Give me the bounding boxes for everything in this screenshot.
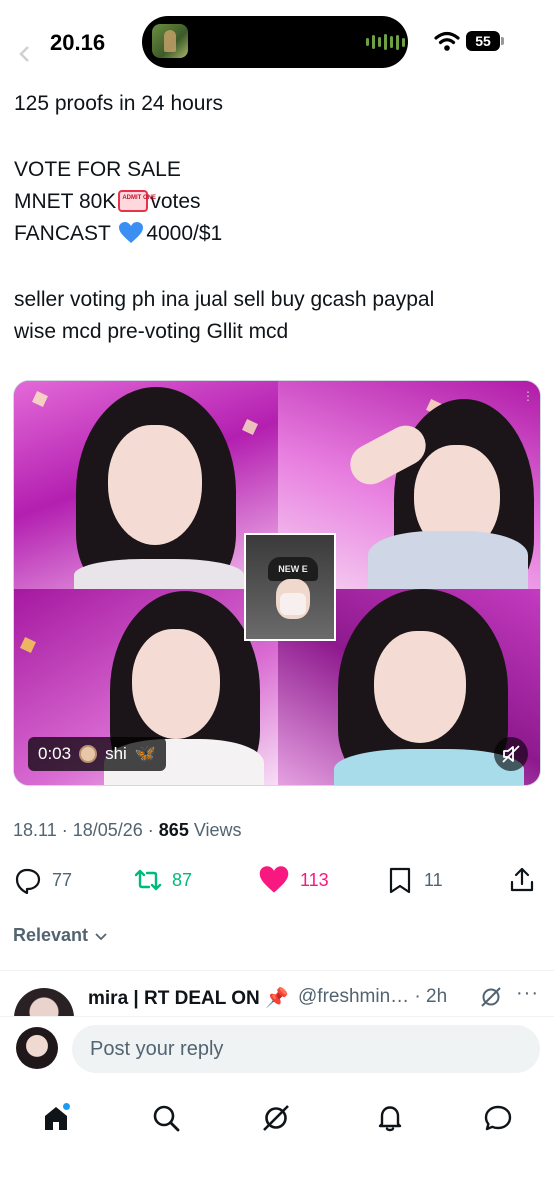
reply-item[interactable]: mira | RT DEAL ON 📌 @freshmin… · 2h ··· [0, 978, 554, 1018]
now-playing-thumbnail [152, 24, 188, 58]
heart-filled-icon [259, 866, 289, 893]
repost-icon [134, 869, 162, 891]
inset-cap-text: NEW E [268, 557, 318, 581]
messages-icon [484, 1105, 512, 1131]
more-options-icon[interactable]: ··· [516, 982, 539, 1005]
tweet-text-span: MNET 80K [14, 190, 117, 213]
reply-sort-label: Relevant [13, 925, 89, 945]
tweet-line: seller voting ph ina jual sell buy gcash… [14, 288, 435, 311]
reply-icon [15, 868, 41, 894]
reply-count: 77 [52, 869, 73, 890]
battery-indicator: 55 [466, 31, 500, 51]
reply-composer [0, 1016, 554, 1082]
reply-author-name: mira | RT DEAL ON [88, 988, 260, 1009]
tweet-line: wise mcd pre-voting Gllit mcd [14, 320, 289, 343]
pushpin-emoji-icon: 📌 [265, 988, 289, 1009]
reply-avatar[interactable] [14, 988, 74, 1018]
tweet-line: VOTE FOR SALE [14, 158, 181, 181]
video-time-badge: 0:03 shi 🦋 [28, 737, 166, 771]
video-time: 0:03 [38, 744, 72, 763]
tweet-line: MNET 80K votes [14, 186, 534, 218]
reply-handle-text: @freshmin… [298, 986, 410, 1007]
repost-count: 87 [172, 869, 193, 890]
status-bar: 20.16 55 [0, 0, 554, 80]
views-count: 865 [158, 820, 189, 840]
bottom-tab-bar [0, 1090, 554, 1150]
bookmark-count: 11 [424, 869, 443, 890]
speaker-muted-icon [502, 745, 520, 763]
audio-wave-icon [366, 34, 405, 50]
reply-button[interactable]: 77 [14, 860, 72, 900]
reply-sort-dropdown[interactable]: Relevant [13, 925, 108, 946]
butterfly-emoji-icon: 🦋 [134, 744, 156, 763]
divider [0, 970, 554, 971]
tweet-text-span: 4000/$1 [146, 222, 223, 245]
chevron-down-icon [95, 932, 107, 940]
repost-button[interactable]: 87 [134, 860, 192, 900]
bookmark-button[interactable]: 11 [386, 860, 443, 900]
video-inset-frame: NEW E [244, 533, 336, 641]
tweet-video[interactable]: NEW E ⋮ 0:03 shi 🦋 [13, 380, 541, 786]
tweet-line: 125 proofs in 24 hours [14, 92, 223, 115]
tab-grok[interactable] [258, 1100, 294, 1136]
reply-age: 2h [426, 986, 448, 1007]
share-icon [510, 867, 534, 892]
views-label: Views [193, 820, 242, 840]
status-time: 20.16 [50, 30, 106, 55]
reply-input[interactable] [72, 1025, 540, 1073]
blue-heart-emoji-icon [119, 222, 144, 243]
mute-button[interactable] [494, 737, 528, 771]
battery-cap [501, 37, 504, 45]
tweet-text-span: FANCAST [14, 222, 111, 245]
new-posts-dot [62, 1102, 71, 1111]
tweet-text-span: votes [150, 190, 201, 213]
tweet-meta: 18.11 · 18/05/26 · 865 Views [13, 820, 242, 840]
ticket-emoji-icon [118, 190, 149, 212]
reply-handle: @freshmin… · 2h [298, 986, 448, 1007]
video-frame-top-left [14, 381, 278, 589]
wifi-icon [434, 31, 460, 51]
grok-icon [263, 1105, 289, 1131]
tweet-actions: 77 87 113 11 [0, 860, 554, 900]
share-button[interactable] [508, 860, 536, 900]
media-more-icon: ⋮ [522, 389, 534, 403]
bell-icon [378, 1106, 402, 1132]
like-count: 113 [300, 869, 329, 890]
grok-icon[interactable] [480, 986, 502, 1008]
user-avatar[interactable] [16, 1027, 58, 1069]
like-button[interactable]: 113 [258, 860, 329, 900]
tab-messages[interactable] [480, 1100, 516, 1136]
back-arrow-icon[interactable] [16, 44, 36, 64]
tab-search[interactable] [148, 1100, 184, 1136]
reply-author[interactable]: mira | RT DEAL ON 📌 [88, 986, 289, 1010]
uploader-emoji-icon [79, 745, 98, 763]
tweet-date: 18/05/26 [72, 820, 143, 840]
video-uploader: shi [105, 744, 127, 763]
search-icon [153, 1105, 180, 1132]
tab-notifications[interactable] [372, 1100, 408, 1136]
tweet-text: 125 proofs in 24 hours VOTE FOR SALE MNE… [14, 88, 534, 348]
bookmark-icon [389, 867, 411, 894]
tweet-line: FANCAST 4000/$1 [14, 218, 534, 250]
tweet-time: 18.11 [13, 820, 57, 840]
